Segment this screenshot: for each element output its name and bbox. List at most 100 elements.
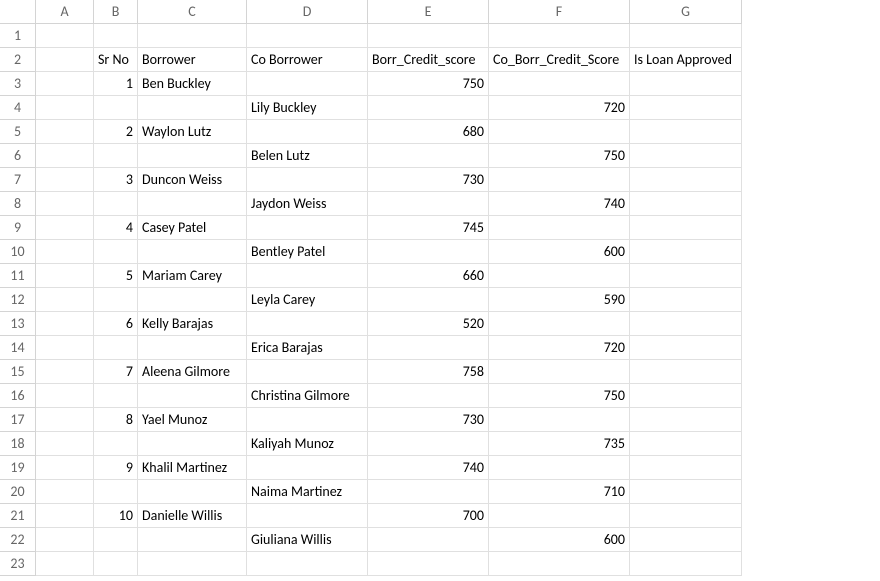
cell-A8[interactable]: [36, 192, 94, 216]
cell-A18[interactable]: [36, 432, 94, 456]
cell-B19[interactable]: 9: [94, 456, 138, 480]
row-header-10[interactable]: 10: [0, 240, 36, 264]
cell-E6[interactable]: [368, 144, 489, 168]
cell-F13[interactable]: [489, 312, 630, 336]
cell-D23[interactable]: [247, 552, 368, 576]
cell-A15[interactable]: [36, 360, 94, 384]
cell-D17[interactable]: [247, 408, 368, 432]
cell-D8[interactable]: Jaydon Weiss: [247, 192, 368, 216]
cell-E15[interactable]: 758: [368, 360, 489, 384]
cell-A17[interactable]: [36, 408, 94, 432]
cell-D9[interactable]: [247, 216, 368, 240]
cell-B5[interactable]: 2: [94, 120, 138, 144]
cell-F5[interactable]: [489, 120, 630, 144]
cell-F7[interactable]: [489, 168, 630, 192]
cell-B23[interactable]: [94, 552, 138, 576]
cell-C8[interactable]: [138, 192, 247, 216]
cell-D18[interactable]: Kaliyah Munoz: [247, 432, 368, 456]
cell-G1[interactable]: [630, 24, 742, 48]
cell-C4[interactable]: [138, 96, 247, 120]
cell-G18[interactable]: [630, 432, 742, 456]
cell-B3[interactable]: 1: [94, 72, 138, 96]
cell-B12[interactable]: [94, 288, 138, 312]
cell-B6[interactable]: [94, 144, 138, 168]
cell-E13[interactable]: 520: [368, 312, 489, 336]
cell-G19[interactable]: [630, 456, 742, 480]
cell-D2[interactable]: Co Borrower: [247, 48, 368, 72]
cell-C21[interactable]: Danielle Willis: [138, 504, 247, 528]
cell-F20[interactable]: 710: [489, 480, 630, 504]
cell-E2[interactable]: Borr_Credit_score: [368, 48, 489, 72]
cell-G8[interactable]: [630, 192, 742, 216]
col-header-G[interactable]: G: [630, 0, 742, 24]
row-header-3[interactable]: 3: [0, 72, 36, 96]
cell-C5[interactable]: Waylon Lutz: [138, 120, 247, 144]
cell-F17[interactable]: [489, 408, 630, 432]
spreadsheet-grid[interactable]: A B C D E F G 1 2 Sr No Borrower Co Borr…: [0, 0, 880, 576]
cell-F14[interactable]: 720: [489, 336, 630, 360]
row-header-5[interactable]: 5: [0, 120, 36, 144]
cell-A14[interactable]: [36, 336, 94, 360]
cell-F21[interactable]: [489, 504, 630, 528]
cell-B10[interactable]: [94, 240, 138, 264]
cell-E19[interactable]: 740: [368, 456, 489, 480]
cell-B2[interactable]: Sr No: [94, 48, 138, 72]
cell-G10[interactable]: [630, 240, 742, 264]
cell-F4[interactable]: 720: [489, 96, 630, 120]
row-header-17[interactable]: 17: [0, 408, 36, 432]
cell-G7[interactable]: [630, 168, 742, 192]
cell-G20[interactable]: [630, 480, 742, 504]
cell-E4[interactable]: [368, 96, 489, 120]
col-header-F[interactable]: F: [489, 0, 630, 24]
cell-E3[interactable]: 750: [368, 72, 489, 96]
cell-B13[interactable]: 6: [94, 312, 138, 336]
cell-C3[interactable]: Ben Buckley: [138, 72, 247, 96]
cell-A11[interactable]: [36, 264, 94, 288]
cell-G4[interactable]: [630, 96, 742, 120]
cell-F15[interactable]: [489, 360, 630, 384]
cell-B8[interactable]: [94, 192, 138, 216]
cell-C11[interactable]: Mariam Carey: [138, 264, 247, 288]
cell-D10[interactable]: Bentley Patel: [247, 240, 368, 264]
cell-E18[interactable]: [368, 432, 489, 456]
cell-A21[interactable]: [36, 504, 94, 528]
cell-G21[interactable]: [630, 504, 742, 528]
row-header-22[interactable]: 22: [0, 528, 36, 552]
cell-B11[interactable]: 5: [94, 264, 138, 288]
cell-E16[interactable]: [368, 384, 489, 408]
cell-D15[interactable]: [247, 360, 368, 384]
cell-C15[interactable]: Aleena Gilmore: [138, 360, 247, 384]
cell-E1[interactable]: [368, 24, 489, 48]
cell-F9[interactable]: [489, 216, 630, 240]
cell-C2[interactable]: Borrower: [138, 48, 247, 72]
cell-A13[interactable]: [36, 312, 94, 336]
cell-A2[interactable]: [36, 48, 94, 72]
cell-C13[interactable]: Kelly Barajas: [138, 312, 247, 336]
cell-C10[interactable]: [138, 240, 247, 264]
col-header-B[interactable]: B: [94, 0, 138, 24]
cell-B18[interactable]: [94, 432, 138, 456]
cell-G11[interactable]: [630, 264, 742, 288]
cell-E11[interactable]: 660: [368, 264, 489, 288]
col-header-C[interactable]: C: [138, 0, 247, 24]
row-header-6[interactable]: 6: [0, 144, 36, 168]
cell-C6[interactable]: [138, 144, 247, 168]
cell-G2[interactable]: Is Loan Approved: [630, 48, 742, 72]
row-header-21[interactable]: 21: [0, 504, 36, 528]
cell-D19[interactable]: [247, 456, 368, 480]
cell-G22[interactable]: [630, 528, 742, 552]
row-header-15[interactable]: 15: [0, 360, 36, 384]
select-all-corner[interactable]: [0, 0, 36, 24]
cell-B14[interactable]: [94, 336, 138, 360]
cell-F16[interactable]: 750: [489, 384, 630, 408]
cell-G15[interactable]: [630, 360, 742, 384]
cell-D5[interactable]: [247, 120, 368, 144]
cell-E8[interactable]: [368, 192, 489, 216]
cell-F22[interactable]: 600: [489, 528, 630, 552]
cell-F1[interactable]: [489, 24, 630, 48]
cell-B15[interactable]: 7: [94, 360, 138, 384]
row-header-8[interactable]: 8: [0, 192, 36, 216]
cell-D4[interactable]: Lily Buckley: [247, 96, 368, 120]
cell-C12[interactable]: [138, 288, 247, 312]
cell-D7[interactable]: [247, 168, 368, 192]
